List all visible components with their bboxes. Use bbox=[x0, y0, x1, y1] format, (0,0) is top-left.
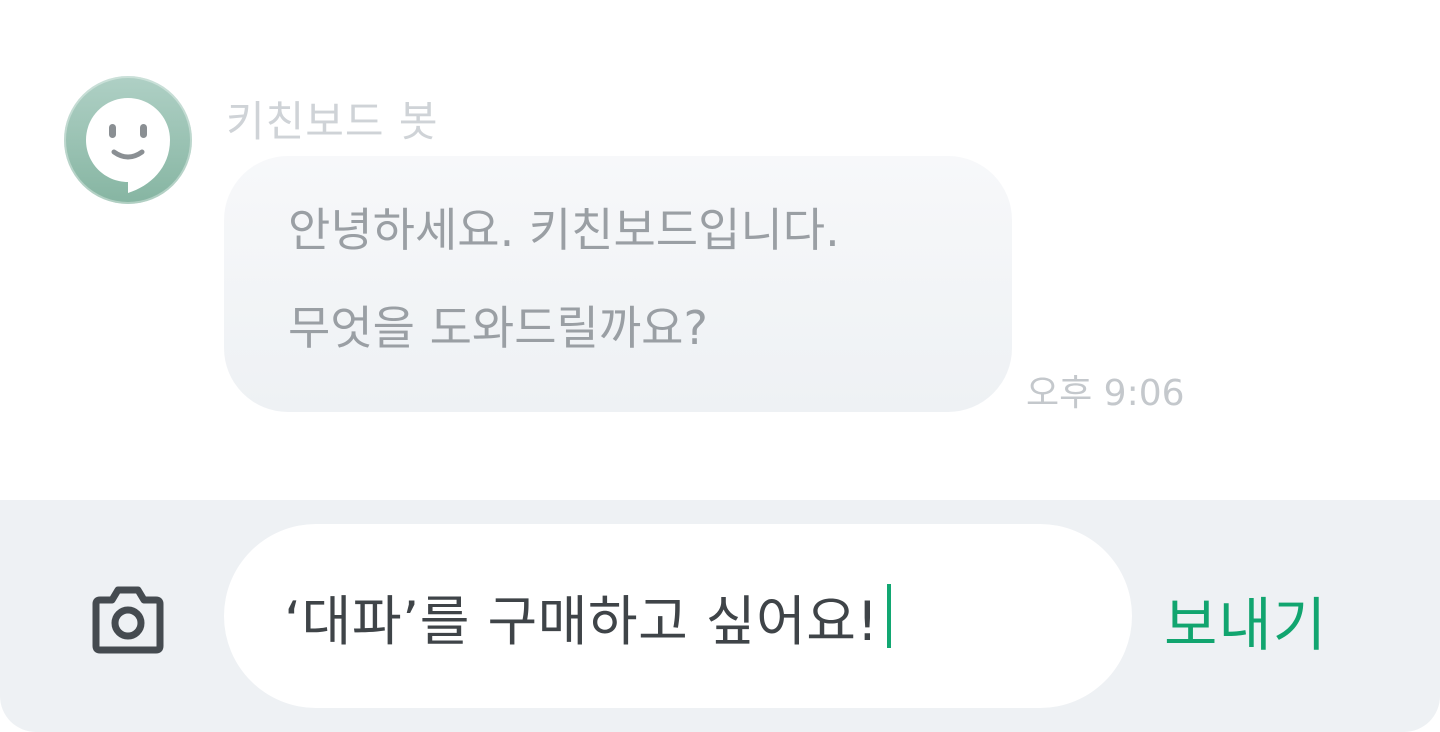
message-timestamp: 오후 9:06 bbox=[1026, 373, 1185, 414]
message-input[interactable]: ‘대파’를 구매하고 싶어요! bbox=[224, 524, 1132, 708]
composer-bar: ‘대파’를 구매하고 싶어요! 보내기 bbox=[0, 500, 1440, 732]
message-line-2: 무엇을 도와드릴까요? bbox=[288, 301, 708, 355]
bot-name: 키친보드 봇 bbox=[226, 97, 439, 146]
smiley-chat-bubble-icon bbox=[86, 98, 170, 193]
chat-screen: 키친보드 봇 안녕하세요. 키친보드입니다. 무엇을 도와드릴까요? 오후 9:… bbox=[0, 0, 1440, 732]
text-caret bbox=[886, 584, 891, 648]
bot-message-bubble: 안녕하세요. 키친보드입니다. 무엇을 도와드릴까요? bbox=[224, 156, 1012, 412]
camera-button[interactable] bbox=[88, 578, 168, 658]
bot-avatar bbox=[64, 76, 192, 204]
camera-icon bbox=[92, 586, 164, 654]
send-button[interactable]: 보내기 bbox=[1164, 578, 1327, 662]
message-input-value: ‘대파’를 구매하고 싶어요! bbox=[284, 589, 879, 653]
message-line-1: 안녕하세요. 키친보드입니다. bbox=[288, 203, 840, 257]
